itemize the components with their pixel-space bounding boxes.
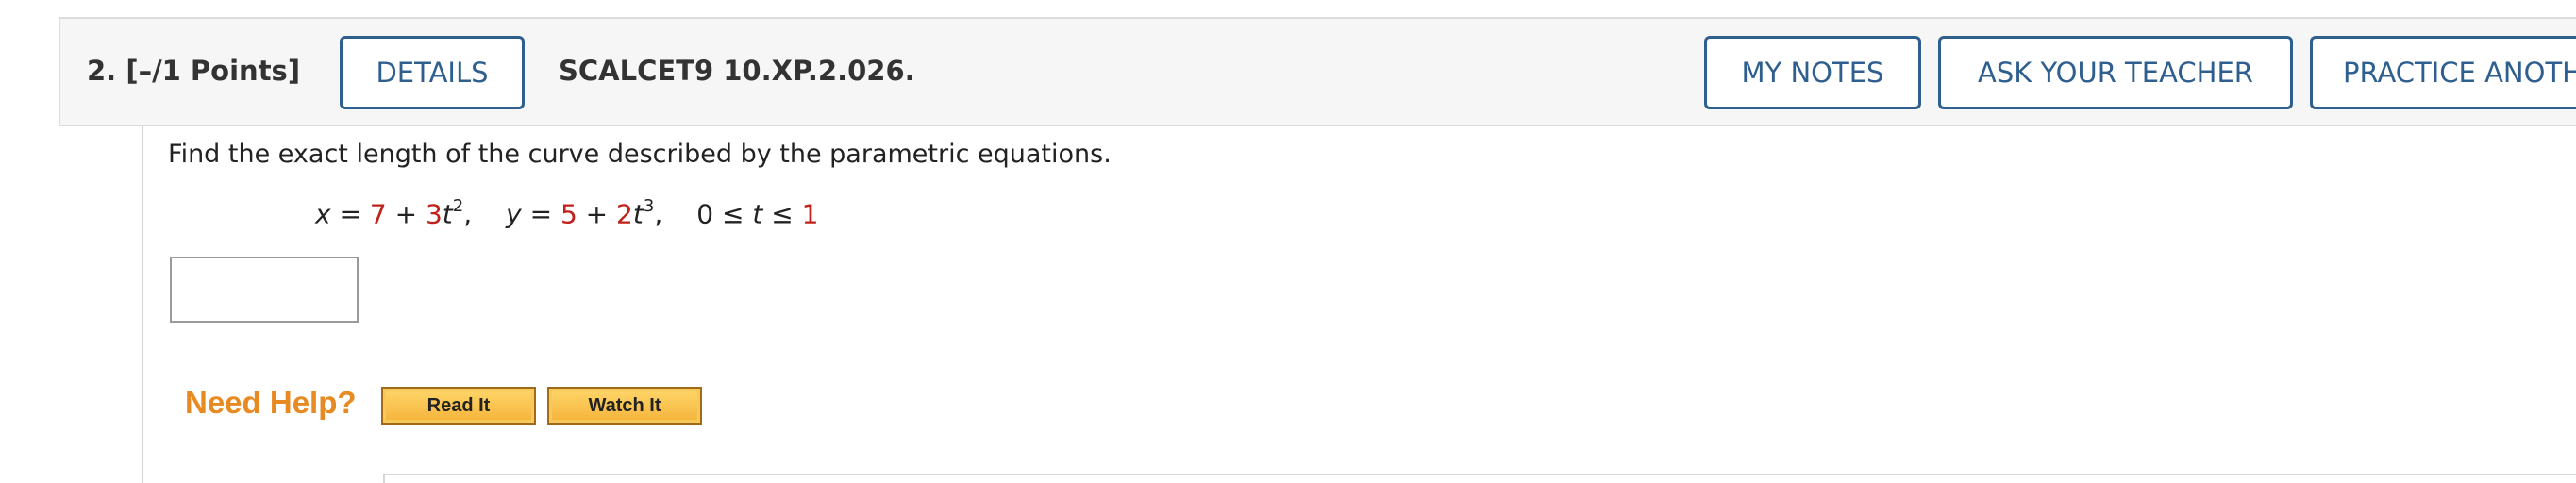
x-constant: 7 bbox=[369, 198, 387, 230]
parametric-equations: x = 7 + 3t2, y = 5 + 2t3, 0 ≤ t ≤ 1 bbox=[315, 196, 819, 230]
x-coefficient: 3 bbox=[425, 198, 443, 230]
range-leq-2: ≤ bbox=[762, 198, 802, 230]
need-help-label: Need Help? bbox=[185, 385, 357, 420]
y-exponent: 3 bbox=[643, 196, 655, 216]
question-number-and-points: 2. [–/1 Points] bbox=[87, 55, 300, 87]
range-leq-1: ≤ bbox=[713, 198, 753, 230]
y-comma: , bbox=[654, 198, 663, 230]
x-plus: + bbox=[386, 198, 426, 230]
details-button[interactable]: DETAILS bbox=[340, 36, 525, 109]
x-parameter: t bbox=[442, 198, 453, 230]
y-plus: + bbox=[577, 198, 617, 230]
y-parameter: t bbox=[632, 198, 644, 230]
watch-it-button[interactable]: Watch It bbox=[547, 387, 702, 425]
y-variable: y bbox=[506, 198, 522, 230]
y-constant: 5 bbox=[560, 198, 577, 230]
range-parameter: t bbox=[752, 198, 763, 230]
range-high: 1 bbox=[801, 198, 819, 230]
y-coefficient: 2 bbox=[616, 198, 633, 230]
x-equals: = bbox=[330, 198, 370, 230]
question-body bbox=[142, 126, 2576, 483]
my-notes-button[interactable]: MY NOTES bbox=[1704, 36, 1921, 109]
practice-another-button[interactable]: PRACTICE ANOTHER bbox=[2310, 36, 2576, 109]
x-comma: , bbox=[463, 198, 473, 230]
y-equals: = bbox=[521, 198, 560, 230]
points-label: [–/1 Points] bbox=[125, 55, 301, 87]
question-code: SCALCET9 10.XP.2.026. bbox=[559, 55, 915, 87]
next-section-divider bbox=[383, 474, 2576, 483]
question-number: 2. bbox=[87, 55, 117, 87]
read-it-button[interactable]: Read It bbox=[381, 387, 536, 425]
answer-input[interactable] bbox=[170, 257, 359, 323]
question-header: 2. [–/1 Points] DETAILS SCALCET9 10.XP.2… bbox=[59, 17, 2576, 126]
problem-prompt: Find the exact length of the curve descr… bbox=[168, 140, 1112, 169]
range-low: 0 bbox=[696, 198, 714, 230]
ask-your-teacher-button[interactable]: ASK YOUR TEACHER bbox=[1938, 36, 2293, 109]
x-exponent: 2 bbox=[452, 196, 464, 216]
x-variable: x bbox=[315, 198, 331, 230]
